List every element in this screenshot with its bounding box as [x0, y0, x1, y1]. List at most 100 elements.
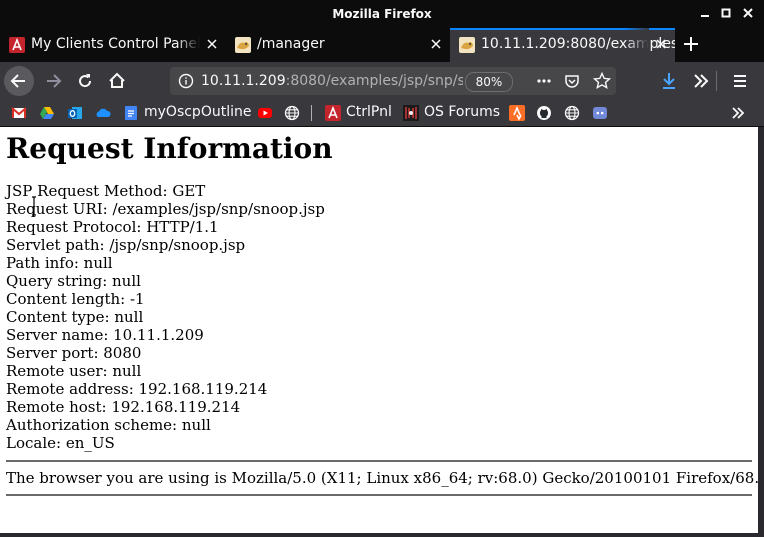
bookmark-outlook[interactable]	[67, 104, 85, 122]
chevron-double-right-icon	[730, 105, 746, 121]
github-icon	[536, 105, 552, 121]
remote-user: Remote user: null	[6, 362, 142, 380]
zoom-level-button[interactable]: 80%	[465, 72, 513, 92]
tab-fade	[625, 28, 649, 62]
back-arrow-icon	[10, 74, 25, 88]
bookmark-myoscpoutline[interactable]: myOscpOutline	[123, 104, 253, 122]
server-port: Server port: 8080	[6, 344, 142, 362]
ctrlpnl-icon	[325, 105, 341, 121]
bookmarks-toolbar: myOscpOutline CtrlPnl OS Forums	[0, 100, 764, 127]
user-agent-text: The browser you are using is Mozilla/5.0…	[6, 469, 764, 487]
globe-icon	[564, 105, 580, 121]
bookmark-gmail[interactable]	[11, 104, 29, 122]
title-bar: Mozilla Firefox	[0, 0, 764, 28]
globe-icon	[284, 105, 300, 121]
hamburger-icon	[734, 75, 746, 87]
bookmark-os-forums[interactable]: OS Forums	[403, 104, 501, 122]
info-icon[interactable]	[178, 73, 194, 93]
discord-icon	[592, 105, 608, 121]
google-drive-icon	[39, 105, 55, 121]
reload-button[interactable]	[70, 66, 100, 96]
tab-manager[interactable]: /manager	[226, 28, 450, 62]
pocket-icon[interactable]	[564, 73, 580, 93]
tomcat-icon	[459, 37, 475, 53]
offsec-icon	[403, 105, 419, 121]
page-content: Request Information JSP Request Method: …	[0, 127, 764, 533]
home-icon	[109, 72, 125, 88]
request-protocol: Request Protocol: HTTP/1.1	[6, 218, 219, 236]
bookmark-label: OS Forums	[424, 104, 501, 120]
toolbar-separator	[716, 71, 717, 91]
tab-snoop-jsp[interactable]: 10.11.1.209:8080/examples/jsp/snp/snoop.…	[450, 28, 675, 62]
url-host: 10.11.1.209	[201, 73, 286, 89]
browser-window: Mozilla Firefox My Clients Control Panel	[0, 0, 764, 537]
minimize-icon[interactable]	[697, 5, 713, 21]
bookmarks-separator	[311, 105, 312, 121]
horizontal-rule	[6, 494, 752, 496]
window-border	[758, 127, 764, 537]
authorization-scheme: Authorization scheme: null	[6, 416, 211, 434]
google-docs-icon	[123, 105, 139, 121]
locale: Locale: en_US	[6, 434, 115, 452]
url-bar[interactable]: 10.11.1.209:8080/examples/jsp/snp/snoop.…	[170, 67, 616, 95]
outlook-icon	[67, 105, 83, 121]
page-title: Request Information	[6, 132, 333, 165]
bookmarks-overflow-button[interactable]	[730, 104, 750, 122]
url-path: :8080/examples/jsp/snp/snoop.jsp	[285, 73, 463, 89]
bookmark-discord[interactable]	[592, 104, 610, 122]
bookmark-google-drive[interactable]	[39, 104, 57, 122]
download-icon	[663, 73, 675, 89]
tab-fade	[176, 28, 200, 62]
request-uri: Request URI: /examples/jsp/snp/snoop.jsp	[6, 200, 325, 218]
close-tab-icon[interactable]	[653, 36, 669, 52]
tomcat-icon	[235, 37, 251, 53]
tab-clients-control-panel[interactable]: My Clients Control Panel	[0, 28, 226, 62]
window-title: Mozilla Firefox	[332, 7, 432, 21]
request-method: JSP Request Method: GET	[6, 182, 206, 200]
content-type: Content type: null	[6, 308, 144, 326]
content-length: Content length: -1	[6, 290, 145, 308]
bookmark-onedrive[interactable]	[95, 104, 113, 122]
gmail-icon	[11, 105, 27, 121]
hamburger-menu-button[interactable]	[725, 66, 755, 96]
remote-address: Remote address: 192.168.119.214	[6, 380, 268, 398]
close-tab-icon[interactable]	[204, 36, 220, 52]
path-info: Path info: null	[6, 254, 113, 272]
bookmark-youtube[interactable]	[257, 104, 275, 122]
url-text[interactable]: 10.11.1.209:8080/examples/jsp/snp/snoop.…	[201, 73, 463, 89]
new-tab-button[interactable]	[680, 32, 702, 56]
servlet-path: Servlet path: /jsp/snp/snoop.jsp	[6, 236, 246, 254]
close-window-icon[interactable]	[740, 5, 756, 21]
bookmark-strava[interactable]	[509, 104, 527, 122]
page-actions-icon[interactable]	[536, 73, 552, 93]
bookmark-github[interactable]	[536, 104, 554, 122]
ctrlpnl-icon	[9, 37, 25, 53]
home-button[interactable]	[102, 66, 132, 96]
bookmark-ctrlpnl[interactable]: CtrlPnl	[325, 104, 395, 122]
reload-icon	[79, 74, 92, 88]
bookmark-label: myOscpOutline	[144, 104, 252, 120]
close-tab-icon[interactable]	[428, 36, 444, 52]
strava-icon	[509, 105, 525, 121]
request-info-list: JSP Request Method: GET Request URI: /ex…	[6, 182, 325, 452]
maximize-icon[interactable]	[718, 5, 734, 21]
text-cursor-icon	[31, 196, 37, 216]
remote-host: Remote host: 192.168.119.214	[6, 398, 241, 416]
bookmark-globe-2[interactable]	[564, 104, 582, 122]
navigation-toolbar: 10.11.1.209:8080/examples/jsp/snp/snoop.…	[0, 62, 764, 100]
forward-button[interactable]	[38, 66, 68, 96]
chevron-double-right-icon	[694, 74, 709, 88]
overflow-menu-button[interactable]	[686, 66, 716, 96]
bookmark-globe[interactable]	[284, 104, 302, 122]
horizontal-rule	[6, 460, 752, 462]
back-button[interactable]	[4, 66, 34, 96]
tab-label: /manager	[257, 36, 325, 52]
bookmark-star-icon[interactable]	[592, 71, 612, 94]
forward-arrow-icon	[47, 74, 62, 88]
window-border	[0, 533, 764, 537]
youtube-icon	[257, 105, 273, 121]
onedrive-icon	[95, 105, 111, 121]
downloads-button[interactable]	[654, 66, 684, 96]
query-string: Query string: null	[6, 272, 141, 290]
server-name: Server name: 10.11.1.209	[6, 326, 204, 344]
